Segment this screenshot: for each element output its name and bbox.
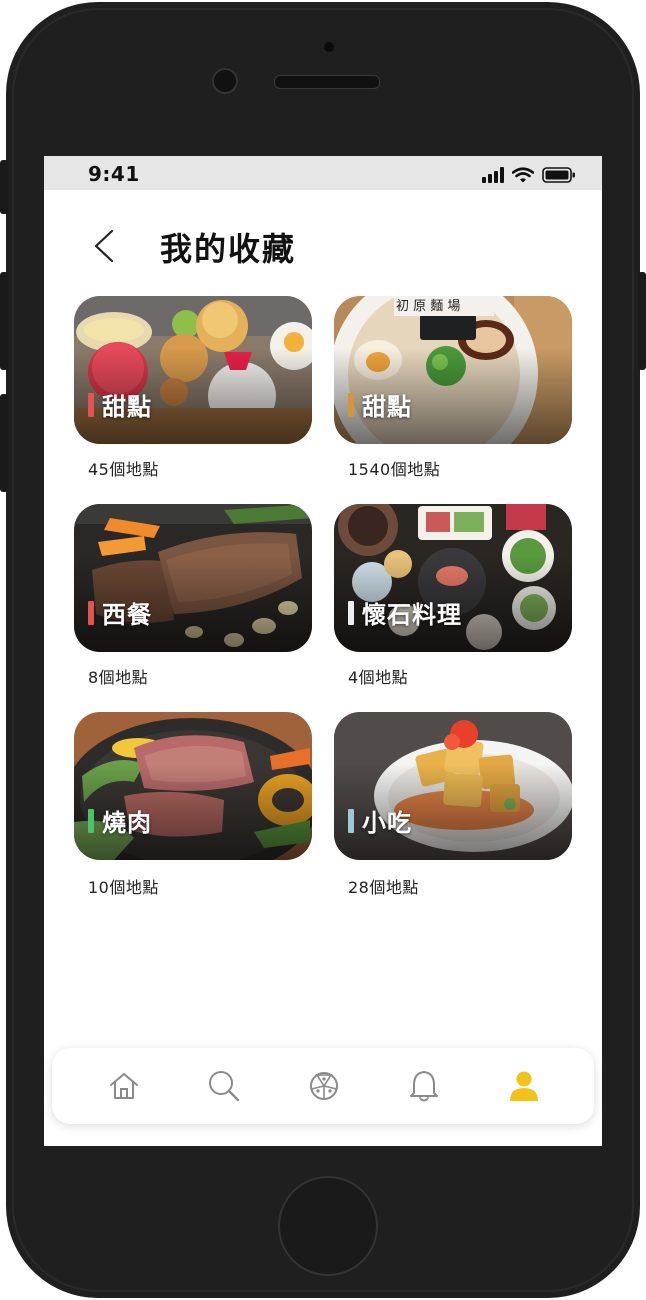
status-time: 9:41 (88, 162, 140, 186)
card-label: 西餐 (88, 595, 152, 630)
pizza-icon (310, 1072, 338, 1100)
category-count: 28個地點 (348, 878, 419, 897)
search-icon (209, 1071, 240, 1102)
category-card-ramen[interactable]: 初 原 麵 場 甜點 (334, 296, 572, 444)
category-color-bar (348, 600, 354, 625)
category-name: 甜點 (362, 393, 412, 421)
category-card-snacks[interactable]: 小吃 (334, 712, 572, 860)
category-card-desserts[interactable]: 甜點 (74, 296, 312, 444)
wifi-icon (512, 167, 534, 183)
category-count: 4個地點 (348, 668, 409, 687)
home-hardware-button[interactable] (278, 1176, 378, 1276)
bell-icon (410, 1071, 438, 1102)
bottom-tab-bar (52, 1048, 594, 1124)
category-card-yakiniku[interactable]: 燒肉 (74, 712, 312, 860)
card-label: 小吃 (348, 803, 412, 838)
status-icons (482, 165, 576, 183)
earpiece-speaker (274, 75, 380, 89)
category-color-bar (88, 392, 94, 417)
back-button[interactable] (90, 228, 120, 264)
card-label: 甜點 (88, 387, 152, 422)
card-label: 燒肉 (88, 803, 152, 838)
battery-icon (542, 167, 575, 183)
category-name: 小吃 (362, 809, 412, 837)
proximity-sensor (324, 42, 334, 52)
category-name: 西餐 (102, 601, 152, 629)
mute-switch[interactable] (0, 160, 8, 214)
category-name: 燒肉 (102, 809, 152, 837)
tab-home[interactable] (104, 1066, 144, 1106)
card-label: 甜點 (348, 387, 412, 422)
cellular-signal-icon (482, 167, 504, 183)
chevron-left-icon (94, 229, 114, 263)
category-name: 懷石料理 (362, 601, 462, 629)
status-bar: 9:41 (44, 156, 602, 190)
front-camera (212, 68, 238, 94)
tab-food[interactable] (304, 1066, 344, 1106)
category-count: 8個地點 (88, 668, 149, 687)
category-count: 45個地點 (88, 460, 159, 479)
volume-up-button[interactable] (0, 272, 8, 370)
category-count: 10個地點 (88, 878, 159, 897)
power-button[interactable] (638, 272, 646, 370)
page-title: 我的收藏 (160, 230, 297, 268)
app-screen: 9:41 我的收藏 甜點 45個地點 甜點 1540個地點 西餐 8個地點 懷石… (44, 156, 602, 1146)
profile-icon (510, 1071, 538, 1101)
category-count: 1540個地點 (348, 460, 441, 479)
page-header: 我的收藏 (44, 216, 602, 276)
tab-profile[interactable] (504, 1066, 544, 1106)
category-color-bar (88, 600, 94, 625)
category-card-kaiseki[interactable]: 懷石料理 (334, 504, 572, 652)
home-icon (110, 1073, 138, 1099)
category-color-bar (348, 392, 354, 417)
category-color-bar (88, 808, 94, 833)
category-card-western[interactable]: 西餐 (74, 504, 312, 652)
category-color-bar (348, 808, 354, 833)
card-label: 懷石料理 (348, 595, 462, 630)
category-name: 甜點 (102, 393, 152, 421)
volume-down-button[interactable] (0, 394, 8, 492)
tab-search[interactable] (204, 1066, 244, 1106)
tab-notifications[interactable] (404, 1066, 444, 1106)
